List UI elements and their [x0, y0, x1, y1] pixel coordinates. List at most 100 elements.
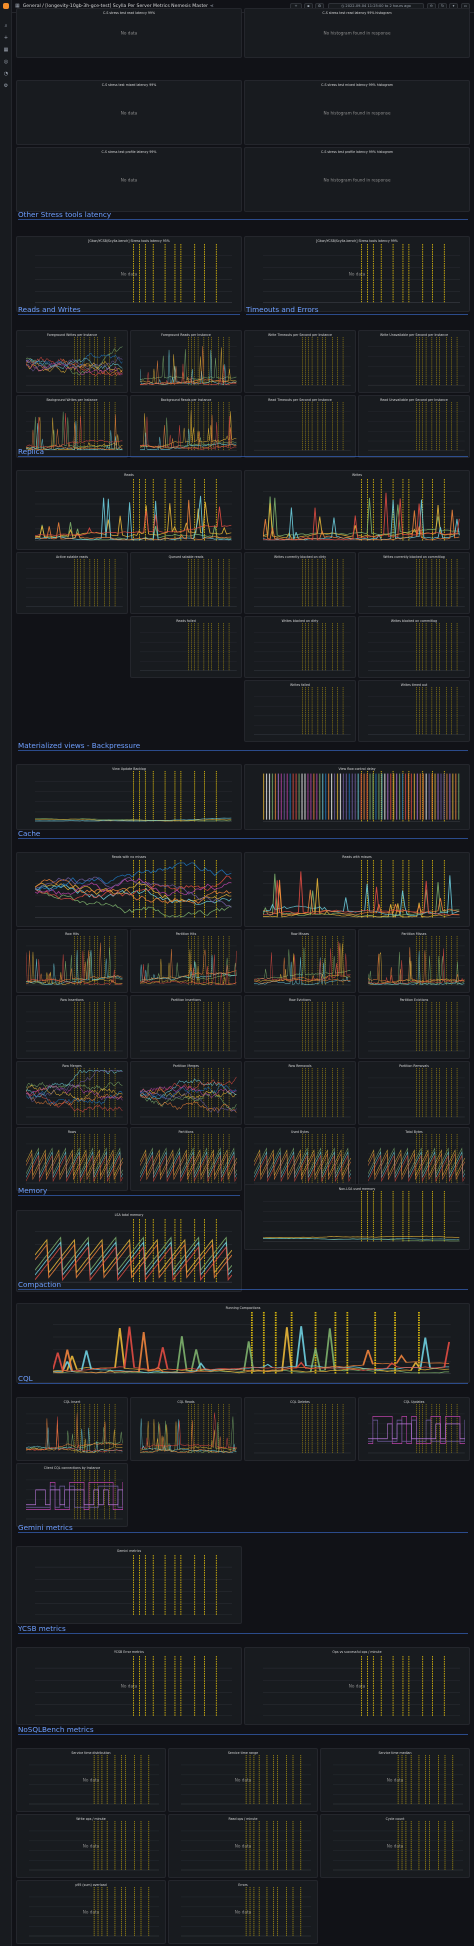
- row-title-compaction[interactable]: Compaction: [18, 1280, 61, 1289]
- panel-graph: [25, 559, 123, 607]
- panel-partition-hits[interactable]: Partition Hits: [130, 929, 242, 993]
- panel-writes-blocked-on-dirty[interactable]: Writes blocked on dirty: [244, 616, 356, 678]
- series-band: [378, 773, 380, 821]
- panel-write-unavailable[interactable]: Write Unavailable per Second per Instanc…: [358, 330, 470, 393]
- panel-reads-failed[interactable]: Reads failed: [130, 616, 242, 678]
- panel-graph: [28, 1887, 160, 1937]
- row-title-memory[interactable]: Memory: [18, 1186, 47, 1195]
- panel-service-time-median[interactable]: Service time median No data: [320, 1748, 470, 1812]
- panel-partition-removals[interactable]: Partition Removals: [358, 1061, 470, 1125]
- panel-profile-latency[interactable]: C-S stress test profile latency 99% No d…: [16, 147, 242, 212]
- panel-replica-writes[interactable]: Writes: [244, 470, 470, 550]
- panel-mixed-latency-histogram[interactable]: C-S stress test mixed latency 99% histog…: [244, 80, 470, 145]
- search-icon[interactable]: ⌕: [3, 23, 9, 29]
- panel-service-time-distribution[interactable]: Service time distribution No data: [16, 1748, 166, 1812]
- panel-graph: [34, 771, 233, 823]
- panel-ycsb-errors[interactable]: YCSB Error metrics No data: [16, 1647, 242, 1725]
- row-title-ycsb[interactable]: YCSB metrics: [18, 1624, 66, 1633]
- panel-total-bytes[interactable]: Total Bytes: [358, 1127, 470, 1191]
- panel-reads-no-misses[interactable]: Reads with no misses: [16, 852, 242, 927]
- panel-read-latency-histogram[interactable]: C-S stress test read latency 99% histogr…: [244, 8, 470, 58]
- panel-write-timeouts[interactable]: Write Timeouts per Second per Instance: [244, 330, 356, 393]
- panel-active-sstable-reads[interactable]: Active sstable reads: [16, 552, 128, 614]
- panel-service-time-range[interactable]: Service time range No data: [168, 1748, 318, 1812]
- panel-write-ops[interactable]: Write ops / minute No data: [16, 1814, 166, 1878]
- panel-row-insertions[interactable]: Row Insertions: [16, 995, 128, 1059]
- series-band: [322, 773, 324, 821]
- panel-row-removals[interactable]: Row Removals: [244, 1061, 356, 1125]
- panel-row-hits[interactable]: Row Hits: [16, 929, 128, 993]
- row-title-cache[interactable]: Cache: [18, 829, 40, 838]
- grafana-logo-icon[interactable]: [3, 3, 9, 9]
- panel-profile-latency-histogram[interactable]: C-S stress test profile latency 99% hist…: [244, 147, 470, 212]
- panel-non-lsa-memory[interactable]: Non-LSA used memory: [244, 1184, 470, 1250]
- row-title-reads-writes[interactable]: Reads and Writes: [18, 305, 81, 314]
- panel-read-timeouts[interactable]: Read Timeouts per Second per Instance: [244, 395, 356, 458]
- row-title-gemini[interactable]: Gemini metrics: [18, 1523, 73, 1532]
- side-menu: ⌕ + ▦ ◎ ◔ ⚙: [0, 0, 12, 1946]
- panel-stress-tools-99[interactable]: [Gkon/YCSB/Scylla-bench] Stress tools la…: [244, 236, 470, 312]
- no-data-message: No data: [120, 110, 138, 115]
- panel-stress-tools-95[interactable]: [Gkon/YCSB/Scylla-bench] Stress tools la…: [16, 236, 242, 312]
- panel-rows[interactable]: Rows: [16, 1127, 128, 1191]
- panel-read-latency[interactable]: C-S stress test read latency 99% No data: [16, 8, 242, 58]
- panel-cycle-count[interactable]: Cycle count No data: [320, 1814, 470, 1878]
- panel-reads-with-misses[interactable]: Reads with misses: [244, 852, 470, 927]
- panel-p95-overload[interactable]: p95 (sum) overload No data: [16, 1880, 166, 1944]
- panel-mixed-latency[interactable]: C-S stress test mixed latency 99% No dat…: [16, 80, 242, 145]
- panel-writes-failed[interactable]: Writes failed: [244, 680, 356, 742]
- panel-read-ops[interactable]: Read ops / minute No data: [168, 1814, 318, 1878]
- panel-partitions[interactable]: Partitions: [130, 1127, 242, 1191]
- row-title-other-stress[interactable]: Other Stress tools latency: [18, 210, 111, 219]
- row-title-materialized-views[interactable]: Materialized views - Backpressure: [18, 741, 140, 750]
- panel-view-update-backlog[interactable]: View Update Backlog: [16, 764, 242, 830]
- plus-icon[interactable]: +: [3, 35, 9, 41]
- panel-row-misses[interactable]: Row Misses: [244, 929, 356, 993]
- row-title-cql[interactable]: CQL: [18, 1374, 33, 1383]
- panel-errors[interactable]: Errors No data: [168, 1880, 318, 1944]
- panel-partition-misses[interactable]: Partition Misses: [358, 929, 470, 993]
- panel-writes-blocked-on-commitlog[interactable]: Writes blocked on commitlog: [358, 616, 470, 678]
- row-title-replica[interactable]: Replica: [18, 447, 44, 456]
- panel-writes-blocked-dirty[interactable]: Writes currently blocked on dirty: [244, 552, 356, 614]
- panel-read-unavailable[interactable]: Read Unavailable per Second per Instance: [358, 395, 470, 458]
- panel-partition-merges[interactable]: Partition Merges: [130, 1061, 242, 1125]
- no-data-message: No histogram found in response: [323, 177, 391, 182]
- explore-icon[interactable]: ◎: [3, 59, 9, 65]
- panel-ycsb-ops[interactable]: Ops vs successful ops / minute No data: [244, 1647, 470, 1725]
- panel-foreground-writes[interactable]: Foreground Writes per Instance: [16, 330, 128, 393]
- panel-cql-connections[interactable]: Client CQL connections by Instance: [16, 1463, 128, 1527]
- panel-graph: [34, 244, 233, 304]
- panel-cql-reads[interactable]: CQL Reads: [130, 1397, 242, 1461]
- panel-gemini-metrics[interactable]: Gemini metrics: [16, 1546, 242, 1624]
- panel-writes-timed-out[interactable]: Writes timed out: [358, 680, 470, 742]
- panel-title: [Gkon/YCSB/Scylla-bench] Stress tools la…: [316, 239, 398, 243]
- series-band: [357, 773, 359, 821]
- alert-bell-icon[interactable]: ◔: [3, 71, 9, 77]
- panel-running-compactions[interactable]: Running Compactions: [16, 1303, 470, 1383]
- panel-used-bytes[interactable]: Used Bytes: [244, 1127, 356, 1191]
- panel-cql-deletes[interactable]: CQL Deletes: [244, 1397, 356, 1461]
- panel-partition-insertions[interactable]: Partition Insertions: [130, 995, 242, 1059]
- panel-cql-updates[interactable]: CQL Updates: [358, 1397, 470, 1461]
- gear-icon[interactable]: ⚙: [3, 83, 9, 89]
- panel-partition-evictions[interactable]: Partition Evictions: [358, 995, 470, 1059]
- panel-replica-reads[interactable]: Reads: [16, 470, 242, 550]
- panel-foreground-reads[interactable]: Foreground Reads per Instance: [130, 330, 242, 393]
- panel-graph: [25, 402, 123, 451]
- series-band: [348, 773, 350, 821]
- panel-cql-insert[interactable]: CQL Insert: [16, 1397, 128, 1461]
- panel-row-evictions[interactable]: Row Evictions: [244, 995, 356, 1059]
- panel-row-merges[interactable]: Row Merges: [16, 1061, 128, 1125]
- panel-graph: [34, 1219, 233, 1283]
- panel-writes-blocked-commitlog[interactable]: Writes currently blocked on commitlog: [358, 552, 470, 614]
- panel-graph: [139, 1068, 237, 1118]
- row-title-nosqlbench[interactable]: NoSQLBench metrics: [18, 1725, 94, 1734]
- row-divider: [18, 1195, 240, 1196]
- row-title-timeouts-errors[interactable]: Timeouts and Errors: [246, 305, 318, 314]
- dashboards-icon[interactable]: ▦: [3, 47, 9, 53]
- panel-background-reads[interactable]: Background Reads per Instance: [130, 395, 242, 458]
- panel-graph: [25, 1068, 123, 1118]
- panel-view-flow-control-delay[interactable]: View flow control delay: [244, 764, 470, 830]
- panel-queued-sstable-reads[interactable]: Queued sstable reads: [130, 552, 242, 614]
